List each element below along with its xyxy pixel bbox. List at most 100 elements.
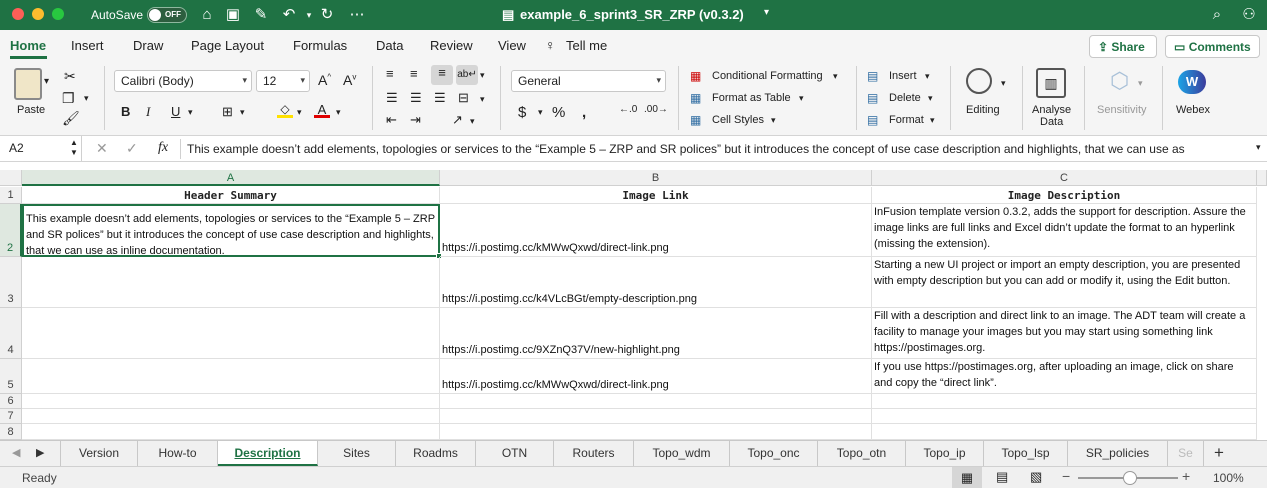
- column-header-b[interactable]: B: [440, 170, 872, 186]
- delete-cells-icon[interactable]: ▤: [867, 91, 878, 105]
- cell-styles-dropdown-icon[interactable]: ▾: [771, 115, 776, 126]
- format-as-table-icon[interactable]: ▦: [690, 91, 701, 105]
- conditional-formatting-button[interactable]: Conditional Formatting: [712, 70, 823, 82]
- cell-b5[interactable]: https://i.postimg.cc/kMWwQxwd/direct-lin…: [440, 359, 872, 394]
- scroll-tabs-left-icon[interactable]: ◀: [12, 446, 20, 459]
- cell-c8[interactable]: [872, 424, 1257, 440]
- orientation-dropdown-icon[interactable]: ▾: [480, 70, 485, 81]
- increase-indent-icon[interactable]: ⇥: [410, 112, 421, 128]
- sheet-tab-topo-onc[interactable]: Topo_onc: [730, 441, 818, 466]
- cell-c7[interactable]: [872, 409, 1257, 424]
- merge-dropdown-icon[interactable]: ▾: [480, 94, 485, 105]
- row-header-6[interactable]: 6: [0, 394, 22, 409]
- text-angle-icon[interactable]: ↗: [452, 112, 463, 128]
- autosave-toggle[interactable]: OFF: [147, 7, 187, 23]
- wrap-text-icon[interactable]: ab↵: [456, 65, 478, 85]
- fill-color-icon[interactable]: ◇: [277, 102, 293, 118]
- fill-color-dropdown-icon[interactable]: ▾: [297, 107, 302, 118]
- sheet-tab-topo-wdm[interactable]: Topo_wdm: [634, 441, 730, 466]
- analyse-data-label-2[interactable]: Data: [1040, 116, 1063, 128]
- cell-a8[interactable]: [22, 424, 440, 440]
- tell-me-search[interactable]: Tell me: [566, 38, 607, 53]
- format-cells-icon[interactable]: ▤: [867, 113, 878, 127]
- merge-center-icon[interactable]: ⊟: [458, 90, 469, 106]
- paste-icon[interactable]: [14, 68, 42, 100]
- underline-dropdown-icon[interactable]: ▾: [188, 107, 193, 118]
- insert-cells-icon[interactable]: ▤: [867, 69, 878, 83]
- increase-decimal-icon[interactable]: ←.0: [619, 104, 637, 115]
- cell-b7[interactable]: [440, 409, 872, 424]
- tab-draw[interactable]: Draw: [133, 38, 163, 53]
- cell-b6[interactable]: [440, 394, 872, 409]
- font-color-dropdown-icon[interactable]: ▾: [336, 107, 341, 118]
- tab-review[interactable]: Review: [430, 38, 473, 53]
- cell-styles-button[interactable]: Cell Styles: [712, 114, 764, 126]
- underline-icon[interactable]: U: [171, 104, 180, 119]
- comments-button[interactable]: ▭ Comments: [1165, 35, 1260, 58]
- increase-font-icon[interactable]: A^: [318, 72, 331, 88]
- zoom-level[interactable]: 100%: [1213, 471, 1244, 485]
- align-middle-icon[interactable]: ≡: [410, 66, 418, 81]
- column-header-d[interactable]: [1257, 170, 1267, 186]
- editing-dropdown-icon[interactable]: ▾: [1001, 78, 1006, 89]
- tab-data[interactable]: Data: [376, 38, 403, 53]
- cell-c6[interactable]: [872, 394, 1257, 409]
- minimize-window-button[interactable]: [32, 8, 44, 20]
- title-chevron-icon[interactable]: ▾: [764, 7, 769, 18]
- tab-view[interactable]: View: [498, 38, 526, 53]
- cell-a4[interactable]: [22, 308, 440, 359]
- sheet-tab-roadms[interactable]: Roadms: [396, 441, 476, 466]
- tab-formulas[interactable]: Formulas: [293, 38, 347, 53]
- tab-page-layout[interactable]: Page Layout: [191, 38, 264, 53]
- home-icon[interactable]: ⌂: [198, 6, 216, 24]
- cell-a1[interactable]: Header Summary: [22, 187, 440, 204]
- name-box[interactable]: A2 ▲ ▼: [0, 136, 82, 161]
- align-left-icon[interactable]: ☰: [386, 90, 398, 106]
- row-header-2[interactable]: 2: [0, 204, 22, 257]
- sheet-tab-routers[interactable]: Routers: [554, 441, 634, 466]
- cell-c4[interactable]: Fill with a description and direct link …: [872, 308, 1257, 359]
- align-center-icon[interactable]: ☰: [410, 90, 422, 106]
- sheet-tab-topo-ip[interactable]: Topo_ip: [906, 441, 984, 466]
- format-cells-dropdown-icon[interactable]: ▾: [930, 115, 935, 126]
- align-top-icon[interactable]: ≡: [386, 66, 394, 81]
- editing-search-icon[interactable]: [966, 68, 992, 94]
- column-header-a[interactable]: A: [22, 170, 440, 186]
- comma-style-icon[interactable]: ,: [582, 104, 586, 121]
- undo-dropdown-icon[interactable]: ▾: [300, 6, 318, 24]
- currency-dropdown-icon[interactable]: ▾: [538, 107, 543, 118]
- cell-a5[interactable]: [22, 359, 440, 394]
- sheet-tab-truncated[interactable]: Se: [1168, 441, 1204, 466]
- row-header-4[interactable]: 4: [0, 308, 22, 359]
- insert-cells-dropdown-icon[interactable]: ▾: [925, 71, 930, 82]
- cell-b8[interactable]: [440, 424, 872, 440]
- cell-c3[interactable]: Starting a new UI project or import an e…: [872, 257, 1257, 308]
- row-header-5[interactable]: 5: [0, 359, 22, 394]
- cell-a3[interactable]: [22, 257, 440, 308]
- cell-c5[interactable]: If you use https://postimages.org, after…: [872, 359, 1257, 394]
- delete-cells-button[interactable]: Delete: [889, 92, 921, 104]
- tab-insert[interactable]: Insert: [71, 38, 104, 53]
- row-header-3[interactable]: 3: [0, 257, 22, 308]
- cell-styles-icon[interactable]: ▦: [690, 113, 701, 127]
- formula-input[interactable]: This example doesn’t add elements, topol…: [187, 142, 1247, 156]
- decrease-font-icon[interactable]: Av: [343, 72, 356, 88]
- decrease-indent-icon[interactable]: ⇤: [386, 112, 397, 128]
- borders-icon[interactable]: ⊞: [222, 104, 233, 120]
- sensitivity-dropdown-icon[interactable]: ▾: [1138, 78, 1143, 89]
- edit-icon[interactable]: ✎: [252, 6, 270, 24]
- paste-dropdown-icon[interactable]: ▾: [44, 76, 49, 87]
- cell-b4[interactable]: https://i.postimg.cc/9XZnQ37V/new-highli…: [440, 308, 872, 359]
- expand-formula-bar-icon[interactable]: ▾: [1256, 142, 1261, 153]
- undo-icon[interactable]: ↶: [280, 6, 298, 24]
- row-header-7[interactable]: 7: [0, 409, 22, 424]
- zoom-slider-thumb[interactable]: [1123, 471, 1137, 485]
- conditional-formatting-icon[interactable]: ▦: [690, 69, 701, 83]
- bold-icon[interactable]: B: [121, 104, 130, 119]
- font-size-select[interactable]: 12 ▾: [256, 70, 310, 92]
- cell-b3[interactable]: https://i.postimg.cc/k4VLcBGt/empty-desc…: [440, 257, 872, 308]
- currency-icon[interactable]: $: [518, 104, 526, 121]
- scroll-tabs-right-icon[interactable]: ▶: [36, 446, 44, 459]
- share-button[interactable]: ⇪ Share: [1089, 35, 1157, 58]
- select-all-corner[interactable]: [0, 170, 22, 186]
